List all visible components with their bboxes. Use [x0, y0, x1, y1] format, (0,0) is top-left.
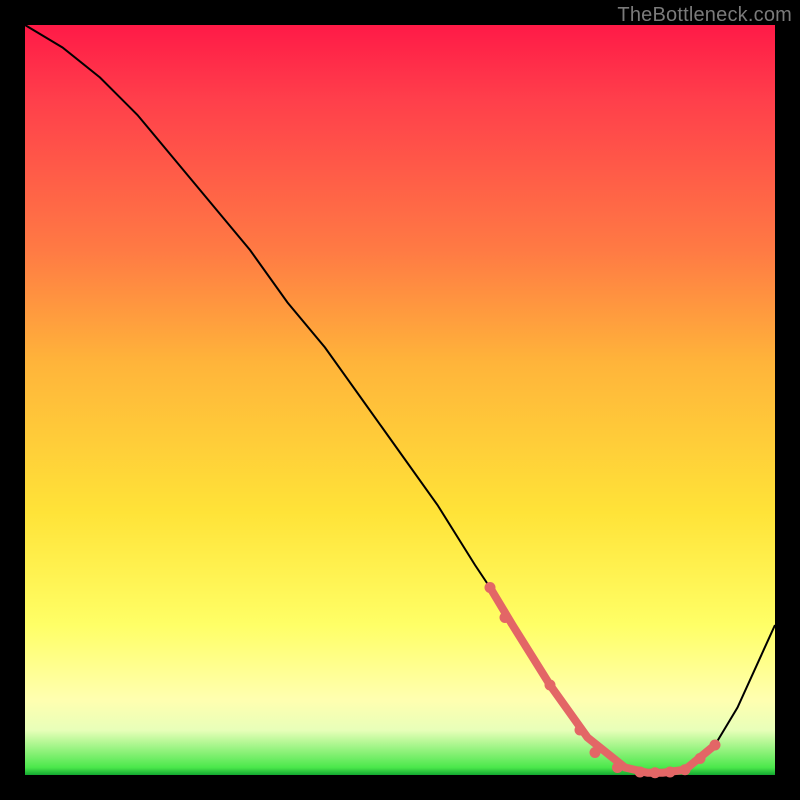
plot-area: [25, 25, 775, 775]
highlight-dot: [680, 764, 691, 775]
highlight-dot: [485, 582, 496, 593]
highlight-dot: [590, 747, 601, 758]
highlight-dot: [612, 762, 623, 773]
highlight-dot: [650, 767, 661, 778]
highlight-dot: [635, 767, 646, 778]
highlight-dot: [665, 767, 676, 778]
chart-svg: [25, 25, 775, 775]
highlight-segment: [490, 588, 715, 773]
chart-container: TheBottleneck.com: [0, 0, 800, 800]
watermark-text: TheBottleneck.com: [617, 4, 792, 27]
highlight-dot: [710, 740, 721, 751]
bottleneck-curve: [25, 25, 775, 773]
highlight-dot: [545, 680, 556, 691]
highlight-dot: [575, 725, 586, 736]
highlight-dot: [500, 612, 511, 623]
highlight-dot: [695, 753, 706, 764]
